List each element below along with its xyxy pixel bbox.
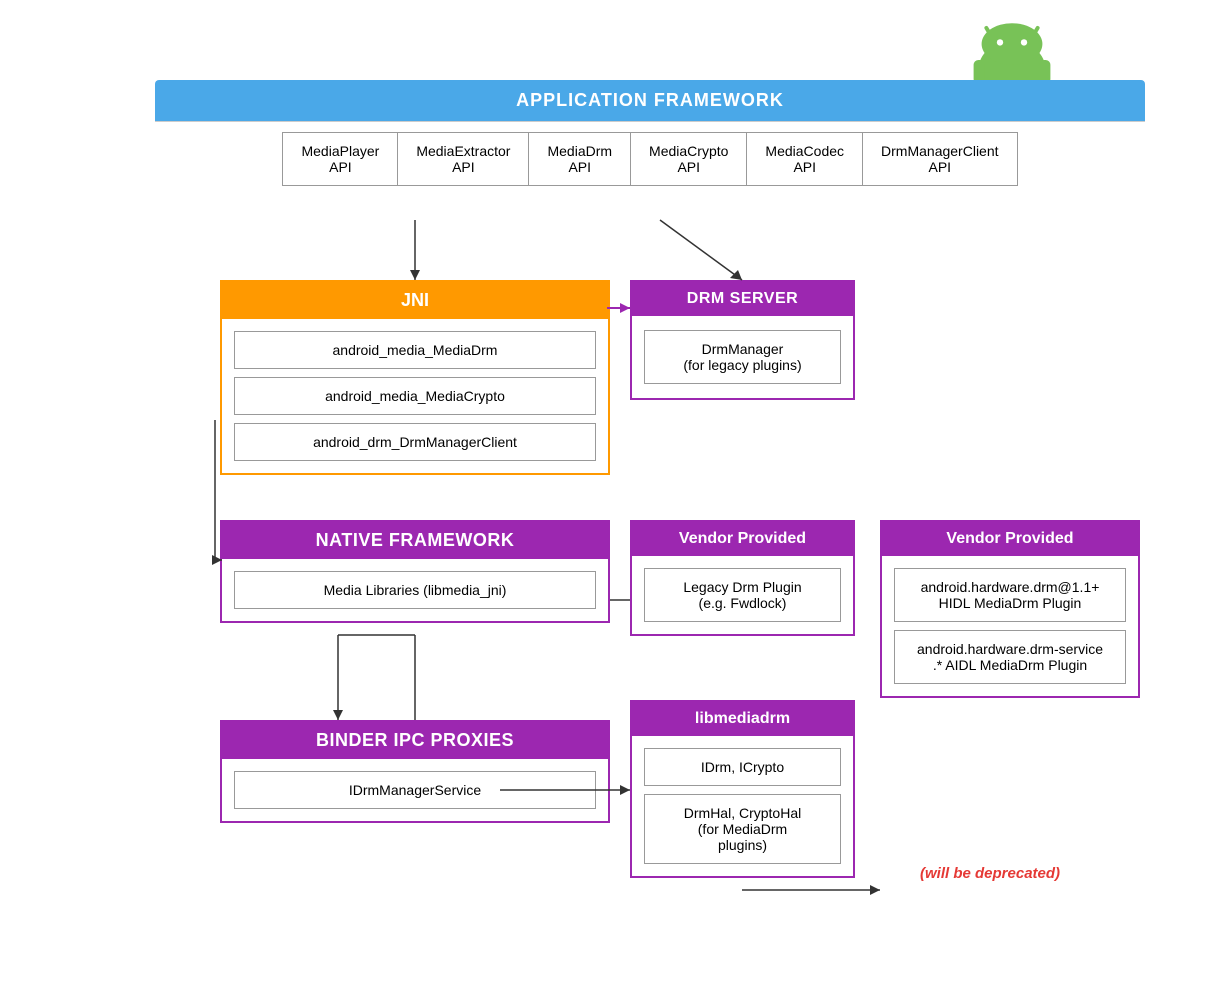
native-framework-content: Media Libraries (libmedia_jni) [222, 559, 608, 621]
binder-item: IDrmManagerService [234, 771, 596, 809]
api-mediacrypto: MediaCryptoAPI [631, 132, 747, 186]
libmediadrm-box: libmediadrm IDrm, ICrypto DrmHal, Crypto… [630, 700, 855, 878]
api-mediaplayer: MediaPlayerAPI [282, 132, 398, 186]
libmediadrm-item-2: DrmHal, CryptoHal(for MediaDrmplugins) [644, 794, 841, 864]
jni-content: android_media_MediaDrm android_media_Med… [222, 319, 608, 473]
drm-server-title: DRM SERVER [632, 282, 853, 316]
diagram-container: APPLICATION FRAMEWORK MediaPlayerAPI Med… [0, 0, 1212, 1007]
vendor-right-item-2: android.hardware.drm-service.* AIDL Medi… [894, 630, 1126, 684]
libmediadrm-title: libmediadrm [632, 702, 853, 736]
api-mediadrm: MediaDrmAPI [529, 132, 631, 186]
vendor-left-item: Legacy Drm Plugin(e.g. Fwdlock) [644, 568, 841, 622]
vendor-right-title: Vendor Provided [882, 522, 1138, 556]
jni-item-3: android_drm_DrmManagerClient [234, 423, 596, 461]
native-framework-box: NATIVE FRAMEWORK Media Libraries (libmed… [220, 520, 610, 623]
vendor-left-box: Vendor Provided Legacy Drm Plugin(e.g. F… [630, 520, 855, 636]
vendor-left-content: Legacy Drm Plugin(e.g. Fwdlock) [632, 556, 853, 634]
drm-server-box: DRM SERVER DrmManager(for legacy plugins… [630, 280, 855, 400]
drm-server-item: DrmManager(for legacy plugins) [644, 330, 841, 384]
drm-server-content: DrmManager(for legacy plugins) [632, 316, 853, 398]
jni-item-1: android_media_MediaDrm [234, 331, 596, 369]
vendor-left-title: Vendor Provided [632, 522, 853, 556]
vendor-right-item-1: android.hardware.drm@1.1+HIDL MediaDrm P… [894, 568, 1126, 622]
binder-content: IDrmManagerService [222, 759, 608, 821]
api-drmmanagerclient: DrmManagerClientAPI [863, 132, 1017, 186]
app-framework: APPLICATION FRAMEWORK MediaPlayerAPI Med… [155, 80, 1145, 196]
libmediadrm-content: IDrm, ICrypto DrmHal, CryptoHal(for Medi… [632, 736, 853, 876]
app-framework-title: APPLICATION FRAMEWORK [155, 80, 1145, 121]
jni-item-2: android_media_MediaCrypto [234, 377, 596, 415]
deprecated-text: (will be deprecated) [920, 865, 1060, 882]
api-boxes-container: MediaPlayerAPI MediaExtractorAPI MediaDr… [155, 121, 1145, 196]
vendor-right-box: Vendor Provided android.hardware.drm@1.1… [880, 520, 1140, 698]
jni-box: JNI android_media_MediaDrm android_media… [220, 280, 610, 475]
binder-box: BINDER IPC PROXIES IDrmManagerService [220, 720, 610, 823]
libmediadrm-item-1: IDrm, ICrypto [644, 748, 841, 786]
native-fw-item: Media Libraries (libmedia_jni) [234, 571, 596, 609]
binder-title: BINDER IPC PROXIES [222, 722, 608, 759]
vendor-right-content: android.hardware.drm@1.1+HIDL MediaDrm P… [882, 556, 1138, 696]
jni-title: JNI [222, 282, 608, 319]
api-mediacodec: MediaCodecAPI [747, 132, 863, 186]
native-framework-title: NATIVE FRAMEWORK [222, 522, 608, 559]
api-mediaextractor: MediaExtractorAPI [398, 132, 529, 186]
